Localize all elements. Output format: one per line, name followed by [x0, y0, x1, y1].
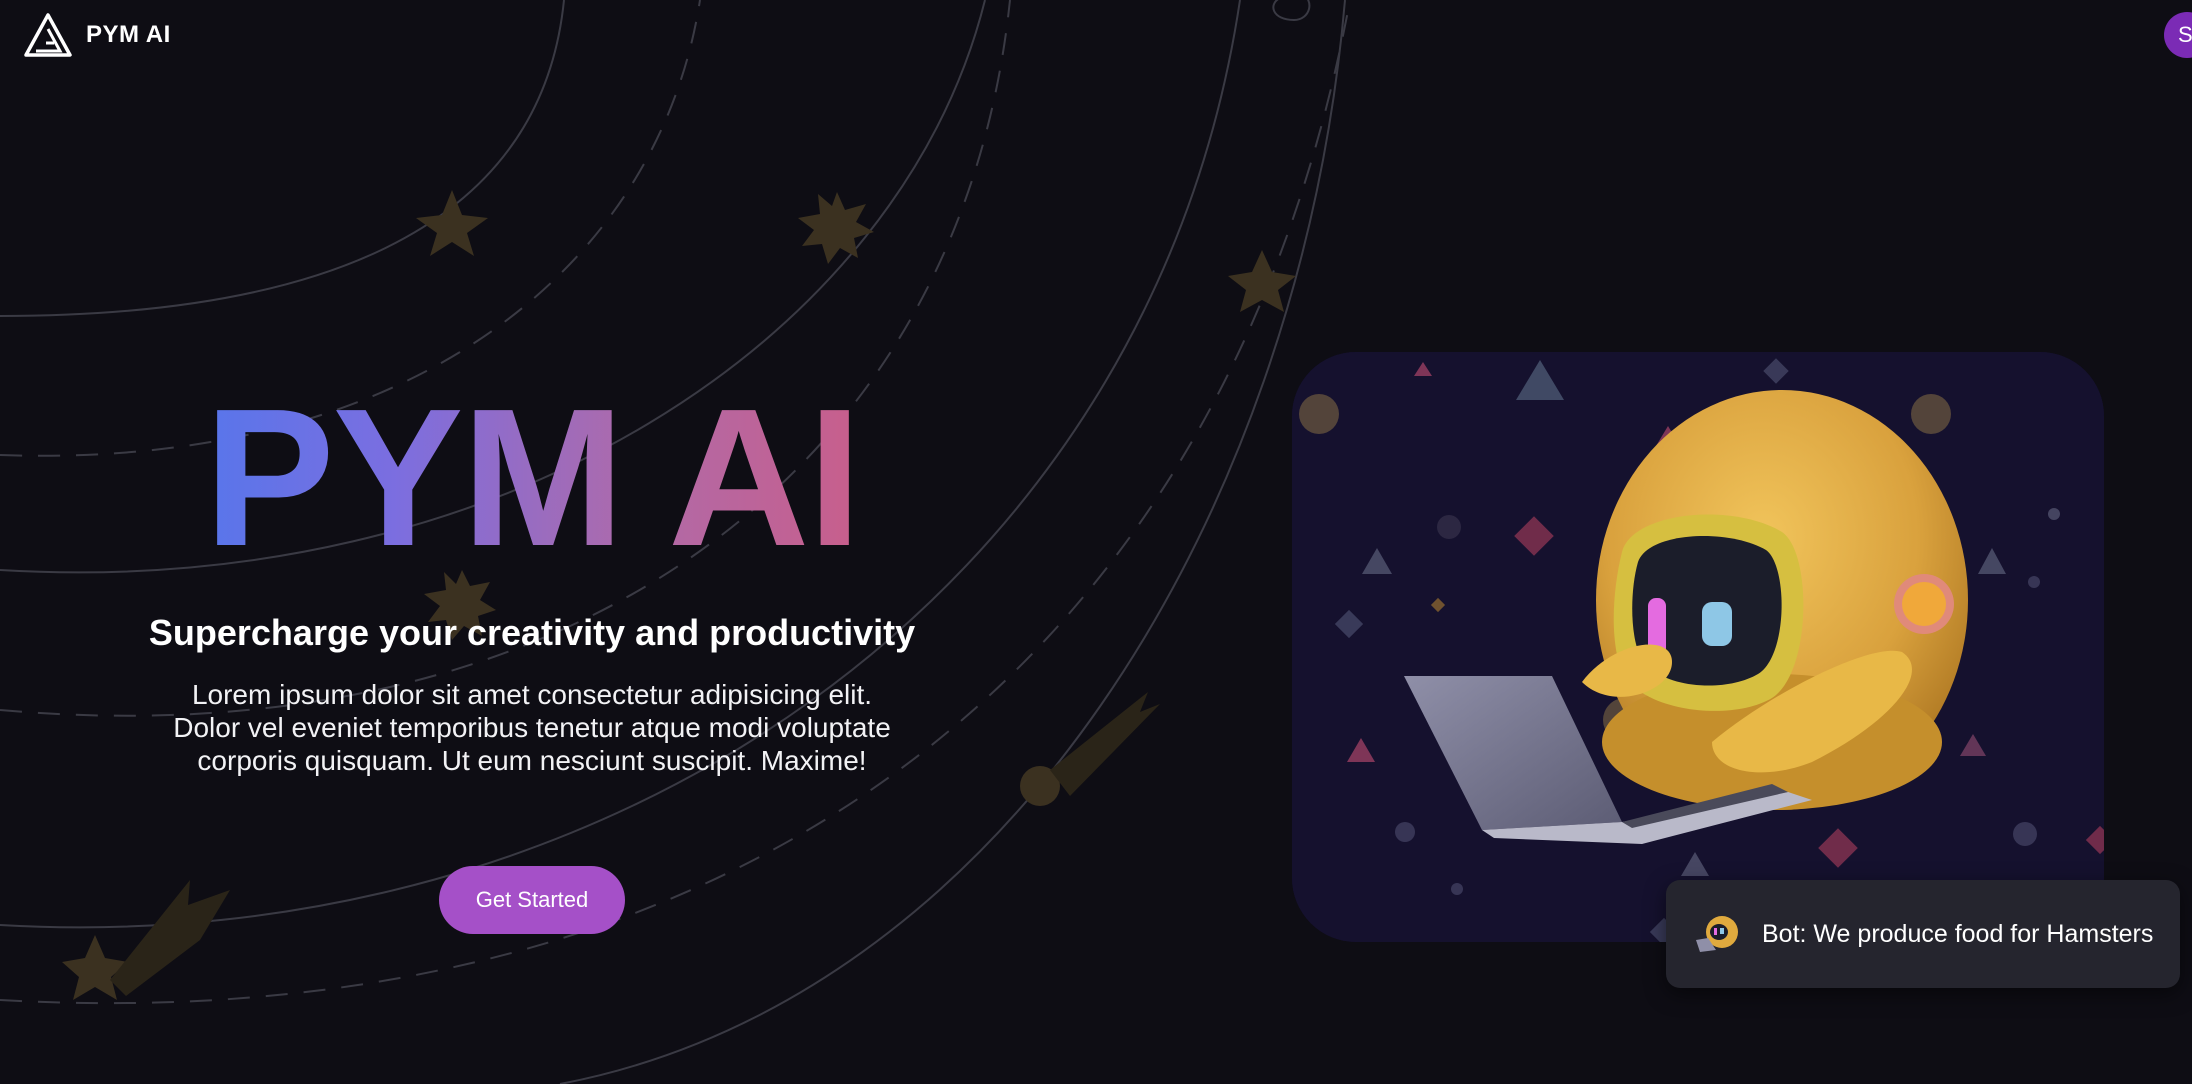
brand-name: PYM AI [86, 21, 171, 48]
bot-message: Bot: We produce food for Hamsters [1762, 919, 2154, 948]
user-avatar[interactable]: S [2164, 12, 2192, 58]
hero-title: PYM AI [70, 380, 994, 576]
top-navbar: PYM AI S [0, 0, 2192, 70]
star-icon [62, 935, 128, 1000]
bot-robot-icon [1696, 916, 1738, 952]
robot-using-laptop-illustration [1292, 352, 2104, 942]
hero-subtitle: Supercharge your creativity and producti… [148, 612, 916, 653]
bot-chat-toast[interactable]: Bot: We produce food for Hamsters [1666, 880, 2180, 988]
star-icon [416, 190, 488, 256]
triangle-logo-icon [24, 13, 72, 57]
landing-page: PYM AI S PYM AI Supercharge your creativ… [0, 0, 2192, 1084]
robot-illustration-card [1292, 352, 2104, 942]
get-started-button[interactable]: Get Started [439, 866, 625, 934]
burst-icon [798, 192, 874, 264]
brand-logo-link[interactable]: PYM AI [24, 13, 171, 57]
star-icon [1228, 250, 1296, 312]
hero-description: Lorem ipsum dolor sit amet consectetur a… [173, 679, 891, 776]
